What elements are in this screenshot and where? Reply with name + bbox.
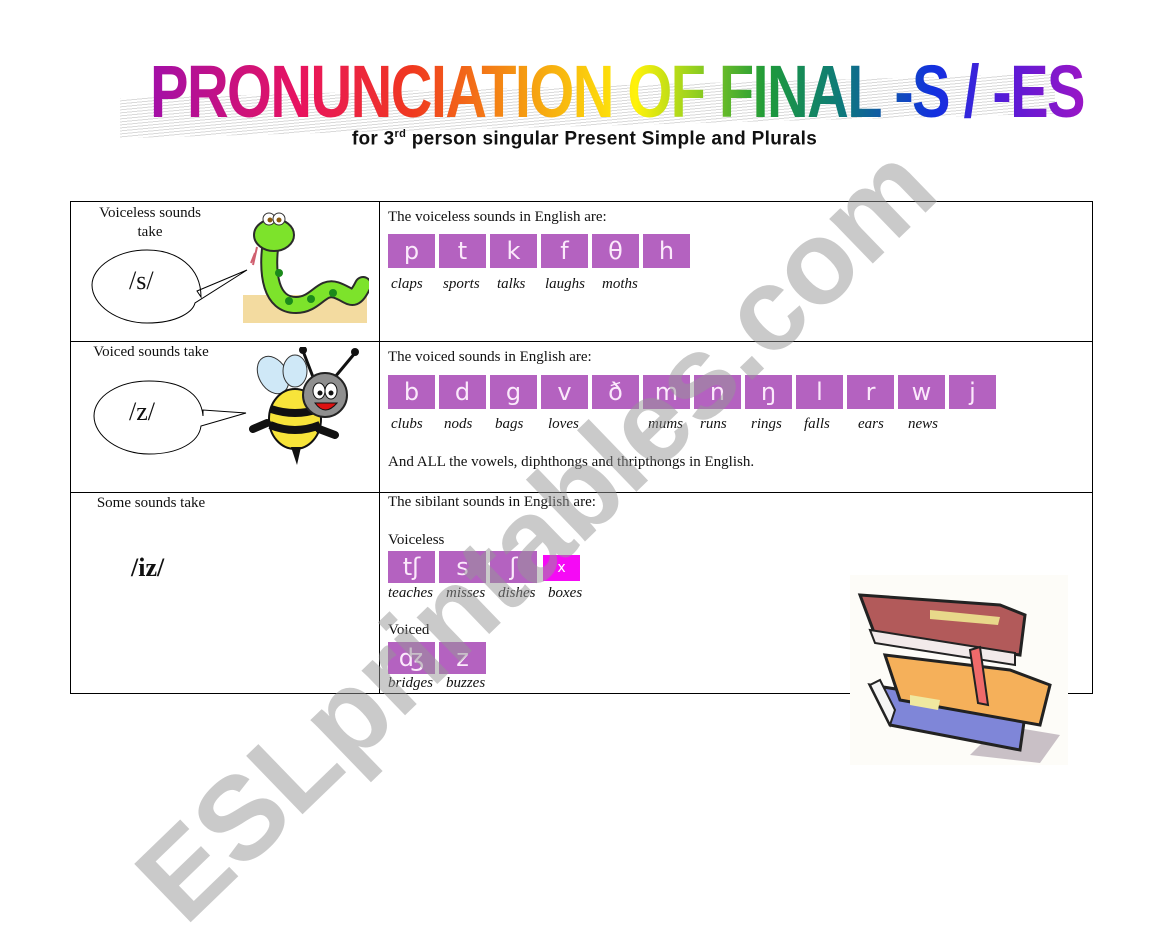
row-label: Voiced sounds take — [93, 344, 209, 360]
example-word: misses — [446, 585, 486, 601]
phoneme-tile: d — [439, 375, 486, 409]
phoneme-tile: f — [541, 234, 588, 268]
vowels-note: And ALL the vowels, diphthongs and thrip… — [388, 454, 755, 470]
example-word: bridges — [388, 675, 433, 691]
example-word: claps — [391, 276, 423, 292]
sound-symbol: /iz/ — [131, 553, 165, 582]
phoneme-tile: z — [439, 642, 486, 674]
sound-symbol: /z/ — [129, 397, 155, 426]
phoneme-tile: n — [694, 375, 741, 409]
page-subtitle: for 3rd person singular Present Simple a… — [0, 128, 1169, 150]
phoneme-tile: r — [847, 375, 894, 409]
example-word: dishes — [498, 585, 536, 601]
left-cell-voiced: Voiced sounds take /z/ — [70, 341, 380, 493]
row-voiceless: Voiceless sounds take /s/ The voiceless … — [70, 201, 1093, 342]
phoneme-tile: s — [439, 551, 486, 583]
section-heading: The sibilant sounds in English are: — [388, 494, 596, 510]
example-word: talks — [497, 276, 526, 292]
subtitle-suffix: person singular Present Simple and Plura… — [406, 128, 818, 150]
left-cell-sibilant: Some sounds take /iz/ — [70, 492, 380, 694]
example-word: buzzes — [446, 675, 486, 691]
phoneme-tile: k — [490, 234, 537, 268]
example-word: ears — [858, 416, 884, 432]
phoneme-tile: m — [643, 375, 690, 409]
section-heading: The voiced sounds in English are: — [388, 349, 592, 365]
left-cell-voiceless: Voiceless sounds take /s/ — [70, 201, 380, 342]
page-title: PRONUNCIATION OF FINAL -S / -ES — [150, 50, 1086, 133]
group-label-voiced: Voiced — [388, 622, 430, 638]
sound-symbol: /s/ — [129, 266, 154, 295]
phoneme-tile: j — [949, 375, 996, 409]
phoneme-tiles: p t k f θ h — [388, 234, 690, 268]
phoneme-tile: ð — [592, 375, 639, 409]
example-word: rings — [751, 416, 782, 432]
phoneme-tile: h — [643, 234, 690, 268]
example-word: boxes — [548, 585, 583, 601]
snake-picture — [243, 212, 369, 323]
example-word: falls — [804, 416, 830, 432]
books-picture — [850, 575, 1068, 765]
phoneme-tile: ŋ — [745, 375, 792, 409]
phoneme-tile: g — [490, 375, 537, 409]
phoneme-tile-highlight: x — [543, 555, 580, 581]
phoneme-tile: θ — [592, 234, 639, 268]
phoneme-tiles-voiceless: tʃ s ʃ x — [388, 551, 580, 583]
row-voiced: Voiced sounds take /z/ The voiced sounds… — [70, 341, 1093, 493]
subtitle-prefix: for 3 — [351, 128, 395, 150]
example-word: clubs — [391, 416, 423, 432]
phoneme-tile: tʃ — [388, 551, 435, 583]
right-cell-voiceless: The voiceless sounds in English are: p t… — [379, 201, 1093, 342]
example-word: laughs — [545, 276, 586, 292]
phoneme-tiles-voiced: ʤ z — [388, 642, 486, 674]
speech-bubble — [93, 380, 247, 455]
section-heading: The voiceless sounds in English are: — [388, 209, 607, 225]
phoneme-tile: t — [439, 234, 486, 268]
example-word: loves — [548, 416, 579, 432]
example-word: news — [908, 416, 938, 432]
phoneme-tile: ʃ — [490, 551, 537, 583]
phoneme-tile: w — [898, 375, 945, 409]
right-cell-voiced: The voiced sounds in English are: b d g … — [379, 341, 1093, 493]
example-word: sports — [443, 276, 480, 292]
phoneme-tile: l — [796, 375, 843, 409]
speech-bubble — [91, 249, 248, 324]
phoneme-tile: b — [388, 375, 435, 409]
title-banner: PRONUNCIATION OF FINAL -S / -ES — [120, 52, 1086, 139]
phoneme-tile: p — [388, 234, 435, 268]
row-label: Some sounds take — [96, 495, 206, 511]
bee-picture — [249, 347, 359, 465]
example-word: runs — [700, 416, 727, 432]
example-word: bags — [495, 416, 524, 432]
phoneme-tiles: b d g v ð m n ŋ l r w j — [388, 375, 996, 409]
group-label-voiceless: Voiceless — [388, 532, 445, 548]
phoneme-tile: v — [541, 375, 588, 409]
example-word: mums — [648, 416, 684, 432]
row-label: Voiceless sounds take — [99, 205, 201, 240]
example-word: moths — [602, 276, 638, 292]
subtitle-sup: rd — [394, 128, 407, 140]
example-word: teaches — [388, 585, 433, 601]
phoneme-tile: ʤ — [388, 642, 435, 674]
example-word: nods — [444, 416, 473, 432]
